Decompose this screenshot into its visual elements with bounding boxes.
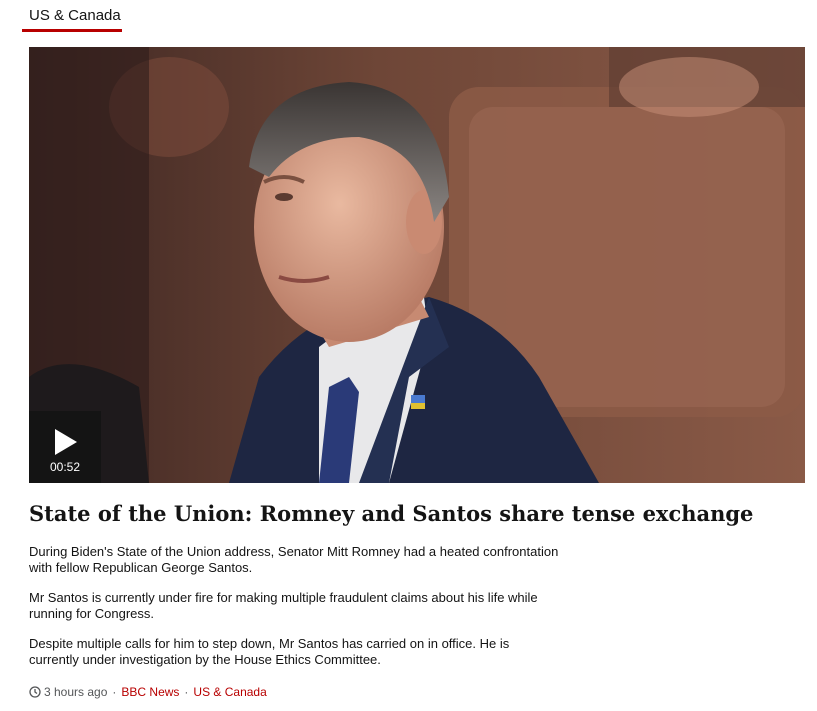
summary-paragraph: During Biden's State of the Union addres…	[29, 544, 559, 575]
clock-icon	[29, 686, 41, 698]
summary-paragraph: Despite multiple calls for him to step d…	[29, 636, 510, 667]
section-tab-label[interactable]: US & Canada	[22, 0, 122, 24]
article-meta: 3 hours ago · BBC News · US & Canada	[29, 684, 267, 700]
separator-dot: ·	[112, 685, 117, 699]
timestamp: 3 hours ago	[44, 685, 108, 699]
summary-paragraph: Mr Santos is currently under fire for ma…	[29, 590, 538, 621]
video-duration: 00:52	[49, 460, 81, 474]
video-thumbnail[interactable]: 00:52	[29, 47, 805, 483]
video-still-image	[29, 47, 805, 483]
play-icon	[55, 429, 77, 455]
section-link[interactable]: US & Canada	[193, 684, 266, 700]
source-link[interactable]: BBC News	[121, 684, 179, 700]
section-tab-us-canada[interactable]: US & Canada	[22, 0, 122, 32]
separator-dot: ·	[184, 685, 189, 699]
article-summary: During Biden's State of the Union addres…	[29, 544, 559, 682]
play-button[interactable]: 00:52	[29, 411, 101, 483]
article-headline[interactable]: State of the Union: Romney and Santos sh…	[29, 500, 753, 528]
